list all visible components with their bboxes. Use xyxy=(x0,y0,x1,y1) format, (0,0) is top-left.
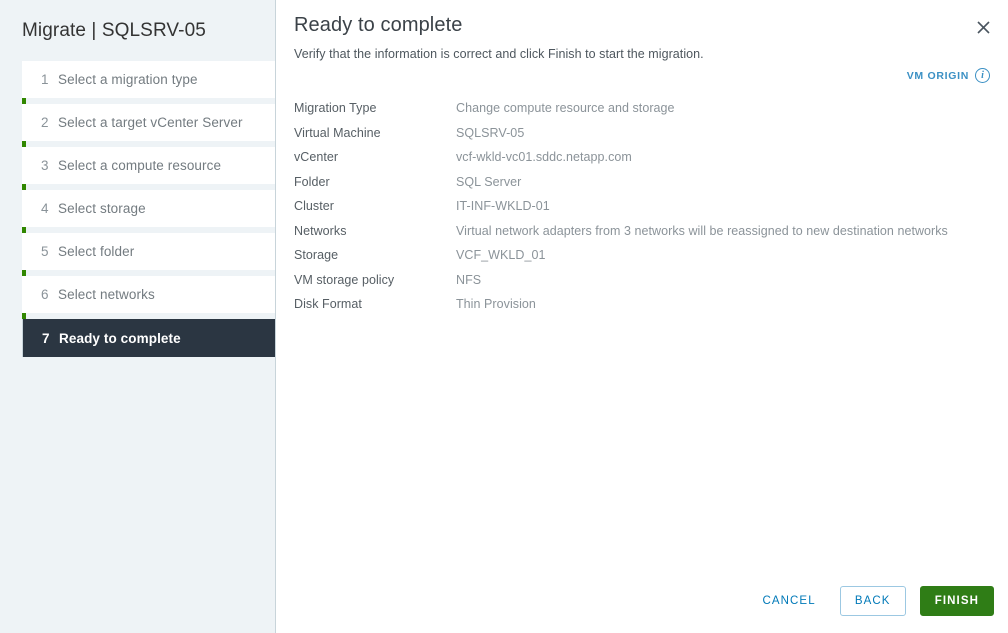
vm-origin-label: VM ORIGIN xyxy=(906,69,969,82)
summary-label: VM storage policy xyxy=(294,272,395,287)
sidebar-step-3[interactable]: 3 Select a compute resource xyxy=(22,147,275,184)
sidebar-step-4[interactable]: 4 Select storage xyxy=(22,190,275,227)
cancel-button[interactable]: CANCEL xyxy=(746,586,831,616)
summary-row: Storage VCF_WKLD_01 xyxy=(294,248,996,273)
summary-label: Networks xyxy=(294,223,347,238)
close-icon[interactable] xyxy=(970,14,996,40)
step-number: 1 xyxy=(41,72,49,87)
summary-row: Cluster IT-INF-WKLD-01 xyxy=(294,199,996,224)
wizard-step-list: 1 Select a migration type 2 Select a tar… xyxy=(0,61,275,357)
sidebar-step-2[interactable]: 2 Select a target vCenter Server xyxy=(22,104,275,141)
step-label: Select storage xyxy=(58,201,146,216)
summary-value: NFS xyxy=(456,272,482,287)
step-number: 5 xyxy=(41,244,49,259)
summary-value: SQL Server xyxy=(456,174,522,189)
step-label: Ready to complete xyxy=(59,330,181,346)
step-label: Select a target vCenter Server xyxy=(58,115,243,130)
summary-row: Networks Virtual network adapters from 3… xyxy=(294,224,996,249)
summary-label: Disk Format xyxy=(294,297,362,311)
summary-row: Virtual Machine SQLSRV-05 xyxy=(294,126,996,151)
summary-table: Migration Type Change compute resource a… xyxy=(294,101,996,322)
summary-value: IT-INF-WKLD-01 xyxy=(456,199,550,213)
summary-label: Folder xyxy=(294,174,330,189)
info-icon[interactable]: i xyxy=(975,68,990,83)
summary-value: vcf-wkld-vc01.sddc.netapp.com xyxy=(456,150,632,164)
summary-value: Change compute resource and storage xyxy=(456,101,675,115)
summary-value: Thin Provision xyxy=(456,297,536,311)
summary-value: SQLSRV-05 xyxy=(456,125,525,140)
wizard-main-panel: Ready to complete Verify that the inform… xyxy=(276,0,1008,633)
sidebar-step-7[interactable]: 7 Ready to complete xyxy=(23,319,275,357)
step-number: 7 xyxy=(42,330,50,346)
migrate-wizard-dialog: Migrate | SQLSRV-05 1 Select a migration… xyxy=(0,0,1008,633)
summary-label: Storage xyxy=(294,248,339,262)
step-label: Select a compute resource xyxy=(58,158,222,173)
sidebar-step-1[interactable]: 1 Select a migration type xyxy=(22,61,275,98)
summary-label: vCenter xyxy=(294,150,339,164)
summary-row: vCenter vcf-wkld-vc01.sddc.netapp.com xyxy=(294,150,996,175)
step-label: Select networks xyxy=(58,287,155,302)
step-number: 3 xyxy=(41,158,49,173)
wizard-sidebar: Migrate | SQLSRV-05 1 Select a migration… xyxy=(0,0,276,633)
sidebar-step-5[interactable]: 5 Select folder xyxy=(22,233,275,270)
finish-button[interactable]: FINISH xyxy=(919,586,994,616)
step-number: 6 xyxy=(41,287,49,302)
wizard-title: Migrate | SQLSRV-05 xyxy=(22,20,206,41)
summary-row: VM storage policy NFS xyxy=(294,273,996,298)
summary-label: Cluster xyxy=(294,199,334,213)
vm-origin-link[interactable]: VM ORIGIN i xyxy=(907,68,990,83)
step-label: Select a migration type xyxy=(58,72,198,87)
summary-row: Migration Type Change compute resource a… xyxy=(294,101,996,126)
step-number: 4 xyxy=(41,201,49,216)
summary-value: VCF_WKLD_01 xyxy=(456,248,546,262)
summary-value: Virtual network adapters from 3 networks… xyxy=(456,223,948,238)
summary-row: Disk Format Thin Provision xyxy=(294,297,996,322)
page-subtitle: Verify that the information is correct a… xyxy=(294,47,704,61)
summary-row: Folder SQL Server xyxy=(294,175,996,200)
wizard-footer: CANCEL BACK FINISH xyxy=(746,586,994,616)
summary-label: Virtual Machine xyxy=(294,125,381,140)
summary-label: Migration Type xyxy=(294,101,377,115)
page-title: Ready to complete xyxy=(294,14,463,36)
back-button[interactable]: BACK xyxy=(839,586,906,616)
step-label: Select folder xyxy=(58,244,135,259)
step-number: 2 xyxy=(41,115,49,130)
sidebar-step-6[interactable]: 6 Select networks xyxy=(22,276,275,313)
